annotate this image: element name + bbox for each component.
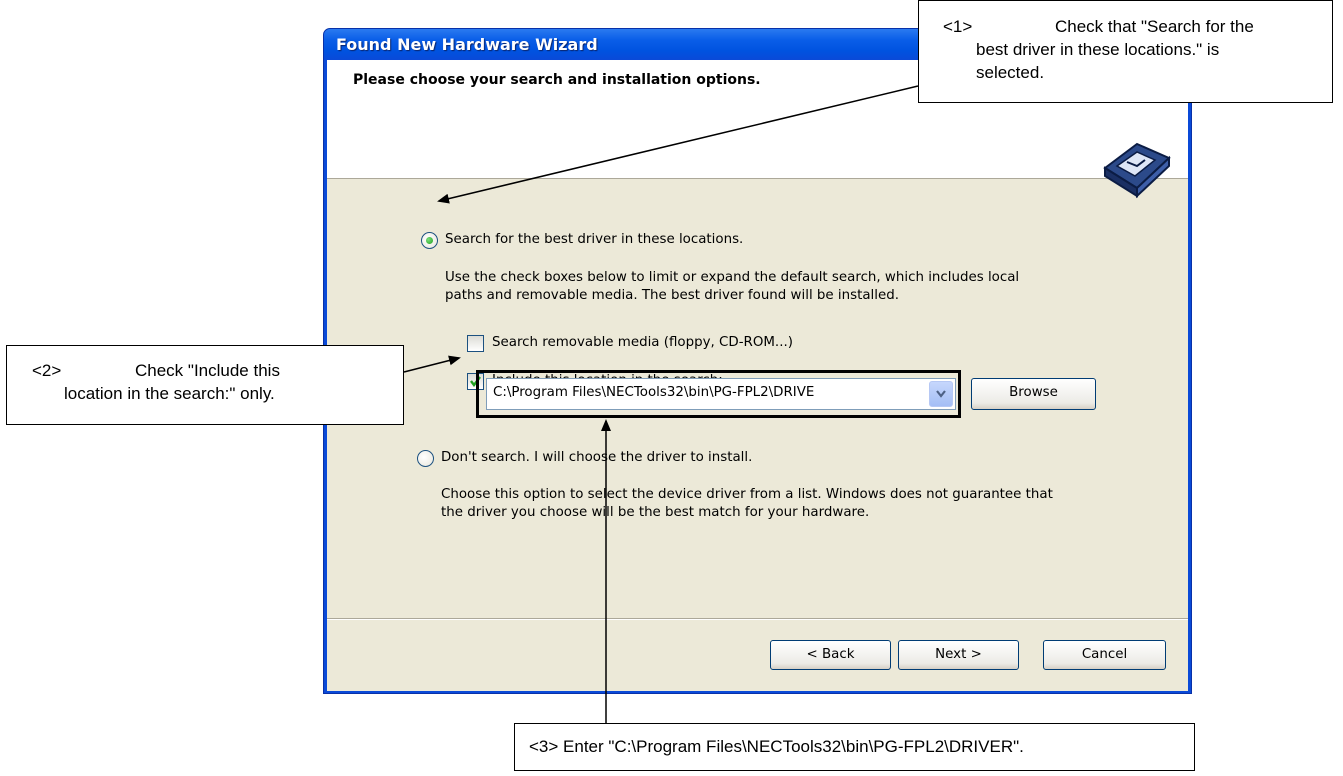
callout-arrows: [403, 85, 919, 723]
arrow-icon: [403, 355, 461, 373]
arrow-icon: [437, 85, 919, 204]
